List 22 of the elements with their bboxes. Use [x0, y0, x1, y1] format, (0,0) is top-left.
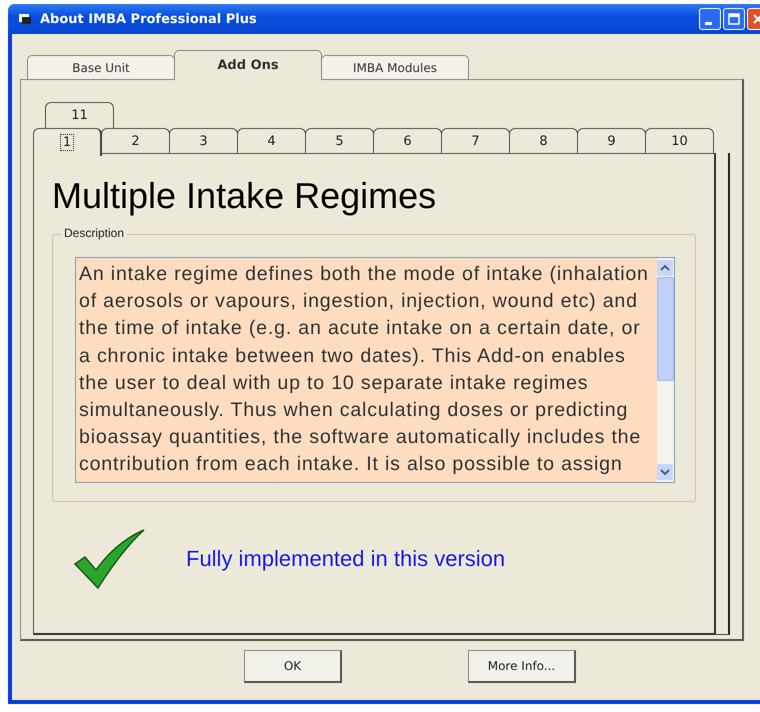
scrollbar[interactable] [657, 258, 674, 482]
scroll-thumb[interactable] [657, 277, 674, 381]
tab[interactable]: Base Unit [27, 55, 175, 79]
status-text: Fully implemented in this version [186, 546, 506, 572]
tab[interactable]: 1 [33, 128, 102, 156]
tab[interactable]: 10 [645, 128, 714, 154]
ok-button[interactable]: OK [244, 650, 342, 682]
scroll-up-icon[interactable] [657, 260, 673, 276]
minimize-button[interactable] [699, 8, 721, 30]
tab[interactable]: Add Ons [174, 50, 322, 80]
tab[interactable]: 11 [45, 102, 114, 128]
scroll-down-icon[interactable] [657, 464, 673, 480]
minimize-icon [705, 22, 712, 25]
window-title: About IMBA Professional Plus [40, 12, 258, 26]
group-label: Description [61, 226, 128, 240]
description-field[interactable]: An intake regime defines both the mode of intake (inhalation of aerosols or vapours, ingestion, injection, wound etc) and the time of intake (e.g. an acute intake on a certain date, or a chronic intake between two dates). This Add-on enables the user to deal with up to 10 separate intake regimes simultaneously. Thus when calculating doses or predicting bioassay quantities, the software automatically includes the contribution from each intake. It is also possible to assign [75, 257, 675, 483]
maximize-icon [728, 13, 740, 25]
add-on-heading: Multiple Intake Regimes [52, 174, 438, 218]
more-info-button[interactable]: More Info... [468, 650, 576, 682]
tab[interactable]: IMBA Modules [321, 55, 469, 79]
app-icon [18, 13, 32, 25]
maximize-button[interactable] [723, 8, 745, 30]
